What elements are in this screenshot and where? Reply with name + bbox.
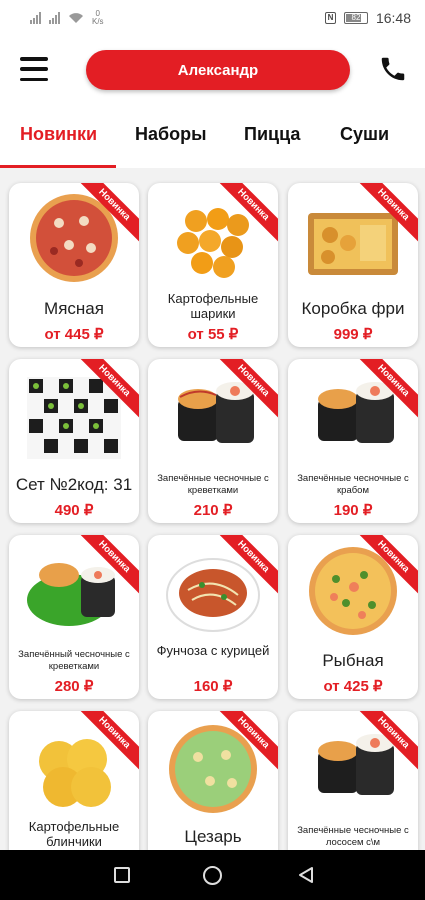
product-price: 210 ₽ bbox=[193, 502, 233, 519]
menu-icon[interactable] bbox=[20, 57, 48, 81]
tab-sushi[interactable]: Суши bbox=[340, 124, 389, 145]
tab-novinki[interactable]: Новинки bbox=[20, 124, 97, 145]
product-card[interactable]: Новинка Рыбная от 425 ₽ bbox=[288, 535, 418, 699]
tab-pizza[interactable]: Пицца bbox=[244, 124, 300, 145]
product-grid: Новинка Мясная от 445 ₽ Новинка Картофел… bbox=[0, 170, 425, 850]
network-speed: 0 K/s bbox=[92, 9, 104, 26]
product-name: Коробка фри bbox=[301, 299, 405, 318]
product-card[interactable]: Новинка Запечённые чесночные с крабом 19… bbox=[288, 359, 418, 523]
clock: 16:48 bbox=[375, 10, 411, 26]
product-card[interactable]: Новинка Запечённые чесночные с лососем с… bbox=[288, 711, 418, 850]
product-price: 190 ₽ bbox=[333, 502, 373, 519]
product-price: от 425 ₽ bbox=[323, 678, 383, 695]
product-price: 490 ₽ bbox=[54, 502, 94, 519]
product-card[interactable]: Новинка Запечённый чесночные с креветкам… bbox=[9, 535, 139, 699]
product-name: Рыбная bbox=[322, 651, 384, 670]
product-name: Сет №2код: 31 bbox=[15, 475, 133, 494]
product-card[interactable]: Новинка Цезарь bbox=[148, 711, 278, 850]
product-card[interactable]: Новинка Запечённые чесночные с креветкам… bbox=[148, 359, 278, 523]
app-header: Александр bbox=[0, 36, 425, 104]
system-nav-bar bbox=[0, 850, 425, 900]
active-tab-indicator bbox=[0, 165, 116, 168]
signal-icon bbox=[30, 12, 41, 24]
home-icon[interactable] bbox=[203, 866, 222, 885]
product-card[interactable]: Новинка Мясная от 445 ₽ bbox=[9, 183, 139, 347]
product-card[interactable]: Новинка Коробка фри 999 ₽ bbox=[288, 183, 418, 347]
recent-apps-icon[interactable] bbox=[114, 867, 130, 883]
user-name-button[interactable]: Александр bbox=[86, 50, 350, 90]
back-icon[interactable] bbox=[297, 866, 315, 884]
category-tabs: Новинки Наборы Пицца Суши bbox=[0, 104, 425, 168]
product-price: от 55 ₽ bbox=[187, 326, 239, 343]
tab-nabory[interactable]: Наборы bbox=[135, 124, 207, 145]
product-name: Картофельные блинчики bbox=[28, 819, 120, 849]
nfc-icon: N bbox=[324, 12, 336, 24]
product-name: Запечённые чесночные с креветками bbox=[157, 473, 269, 496]
signal-icon bbox=[49, 12, 60, 24]
product-price: от 445 ₽ bbox=[44, 326, 104, 343]
product-name: Мясная bbox=[44, 299, 104, 318]
product-name: Запечённые чесночные с крабом bbox=[297, 473, 409, 496]
wifi-icon bbox=[69, 13, 83, 23]
status-left: 0 K/s bbox=[30, 10, 104, 26]
product-name: Цезарь bbox=[184, 827, 242, 846]
product-price: 999 ₽ bbox=[333, 326, 373, 343]
product-name: Запечённые чесночные с лососем с\м bbox=[297, 825, 409, 848]
product-card[interactable]: Новинка Картофельные шарики от 55 ₽ bbox=[148, 183, 278, 347]
product-price: 280 ₽ bbox=[54, 678, 94, 695]
product-name: Картофельные шарики bbox=[167, 291, 259, 321]
product-name: Фунчоза с курицей bbox=[156, 643, 270, 658]
battery-icon: 82 bbox=[343, 12, 368, 24]
status-right: N 82 16:48 bbox=[324, 10, 411, 26]
product-card[interactable]: Новинка Сет №2код: 31 490 ₽ bbox=[9, 359, 139, 523]
product-card[interactable]: Новинка Фунчоза с курицей 160 ₽ bbox=[148, 535, 278, 699]
product-name: Запечённый чесночные с креветками bbox=[18, 649, 130, 672]
product-price: 160 ₽ bbox=[193, 678, 233, 695]
status-bar: 0 K/s N 82 16:48 bbox=[0, 0, 425, 36]
product-card[interactable]: Новинка Картофельные блинчики bbox=[9, 711, 139, 850]
phone-icon[interactable] bbox=[378, 54, 408, 84]
